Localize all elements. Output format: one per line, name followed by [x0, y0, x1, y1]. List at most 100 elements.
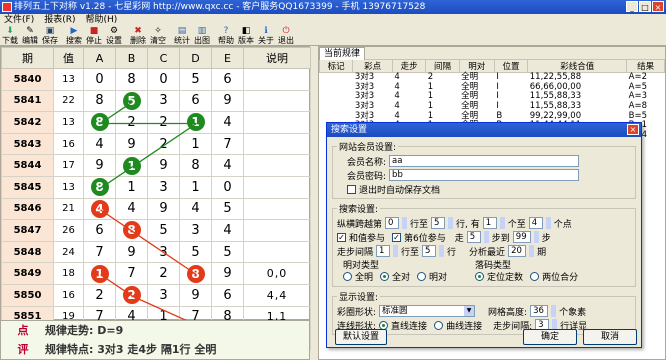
line-option-radio[interactable] [434, 320, 444, 330]
delete-button[interactable]: ✖ 删除 [128, 26, 148, 46]
span-end-input[interactable]: 5 [431, 217, 446, 229]
digit-cell[interactable]: 2 [115, 111, 148, 134]
results-col-sum[interactable]: 彩线合值 [527, 59, 628, 73]
digit-cell[interactable]: 6 [179, 89, 212, 113]
digit-cell[interactable]: 2 [147, 111, 180, 134]
results-col-interval[interactable]: 间隔 [425, 59, 460, 73]
luoma-option-radio[interactable] [475, 271, 485, 281]
table-row[interactable]: 5849 18 1 7 2 8 9 0,0 [1, 262, 311, 285]
cancel-button[interactable]: 取消 [583, 329, 637, 345]
digit-cell[interactable]: 8 [179, 154, 212, 177]
edit-button[interactable]: ✎ 编辑 [20, 26, 40, 46]
sum-participate-checkbox[interactable]: ✓ [337, 232, 346, 242]
dialog-close-button[interactable]: × [627, 124, 639, 135]
digit-cell[interactable]: 9 [115, 132, 148, 156]
chart-button[interactable]: ▥ 出图 [192, 26, 212, 46]
spin-icon[interactable] [533, 231, 539, 243]
digit-cell[interactable]: 1 [83, 262, 116, 285]
menu-file[interactable]: 文件(F) [4, 14, 34, 26]
about-button[interactable]: ℹ 关于 [256, 26, 276, 46]
digit-cell[interactable]: 9 [211, 262, 244, 285]
luoma-option-radio[interactable] [530, 271, 540, 281]
results-col-mark[interactable]: 标记 [318, 59, 354, 73]
recent-periods-input[interactable]: 20 [508, 245, 527, 257]
settings-button[interactable]: ⚙ 设置 [104, 26, 124, 46]
table-row[interactable]: 5843 16 4 9 2 1 7 [1, 132, 311, 156]
col-header-note[interactable]: 说明 [243, 47, 311, 69]
digit-cell[interactable]: 2 [115, 283, 148, 307]
table-row[interactable]: 5845 13 8 1 3 1 0 [1, 175, 311, 199]
interval-min-input[interactable]: 1 [376, 245, 391, 257]
digit-cell[interactable]: 8 [83, 111, 116, 134]
mingdui-option-radio[interactable] [380, 271, 390, 281]
digit-cell[interactable]: 6 [211, 283, 244, 307]
span-start-input[interactable]: 0 [385, 217, 400, 229]
results-col-point[interactable]: 彩点 [352, 59, 393, 73]
digit-cell[interactable]: 4 [179, 197, 212, 221]
digit-cell[interactable]: 4 [211, 154, 244, 177]
digit-cell[interactable]: 7 [115, 262, 148, 285]
digit-cell[interactable]: 8 [115, 219, 148, 242]
digit-cell[interactable]: 3 [147, 283, 180, 307]
help-button[interactable]: ? 帮助 [216, 26, 236, 46]
default-settings-button[interactable]: 默认设置 [335, 329, 387, 345]
col-header-b[interactable]: B [115, 47, 148, 69]
grid-height-input[interactable]: 36 [530, 305, 549, 317]
digit-cell[interactable]: 1 [115, 175, 148, 199]
table-row[interactable]: 5848 24 7 9 3 5 5 [1, 240, 311, 264]
digit-cell[interactable]: 3 [147, 89, 180, 113]
result-row[interactable]: 3对3 4 1 全明 I 11,55,88,33 A=8 [320, 102, 665, 112]
spin-icon[interactable] [402, 217, 408, 229]
digit-cell[interactable]: 4 [115, 197, 148, 221]
results-col-mingdui[interactable]: 明对 [458, 59, 495, 73]
digit-cell[interactable]: 5 [179, 240, 212, 264]
digit-cell[interactable]: 3 [179, 219, 212, 242]
maximize-button[interactable]: □ [639, 1, 651, 12]
stop-button[interactable]: ■ 停止 [84, 26, 104, 46]
step-min-input[interactable]: 5 [466, 231, 481, 243]
digit-cell[interactable]: 3 [147, 175, 180, 199]
digit-cell[interactable]: 4 [211, 111, 244, 134]
digit-cell[interactable]: 8 [179, 262, 212, 285]
col-header-e[interactable]: E [211, 47, 244, 69]
step-max-input[interactable]: 99 [512, 231, 531, 243]
digit-cell[interactable]: 8 [115, 68, 148, 91]
table-row[interactable]: 5850 16 2 2 3 9 6 4,4 [1, 283, 311, 307]
points-max-input[interactable]: 4 [528, 217, 543, 229]
stats-button[interactable]: ▤ 统计 [172, 26, 192, 46]
col-header-c[interactable]: C [147, 47, 180, 69]
col-header-a[interactable]: A [83, 47, 116, 69]
interval-max-input[interactable]: 5 [422, 245, 437, 257]
digit-cell[interactable]: 1 [179, 111, 212, 134]
ok-button[interactable]: 确定 [523, 329, 577, 345]
col-header-d[interactable]: D [179, 47, 212, 69]
digit-cell[interactable]: 4 [83, 132, 116, 156]
digit-cell[interactable]: 7 [83, 240, 116, 264]
digit-cell[interactable]: 3 [147, 240, 180, 264]
digit-cell[interactable]: 5 [179, 68, 212, 91]
table-row[interactable]: 5840 13 0 8 0 5 6 [1, 68, 311, 91]
close-button[interactable]: × [652, 1, 664, 12]
digit-cell[interactable]: 4 [83, 197, 116, 221]
points-min-input[interactable]: 1 [482, 217, 497, 229]
digit-cell[interactable]: 8 [83, 175, 116, 199]
col-header-qi[interactable]: 期 [1, 47, 54, 69]
spin-icon[interactable] [529, 245, 535, 257]
digit-cell[interactable]: 9 [83, 154, 116, 177]
digit-cell[interactable]: 5 [211, 240, 244, 264]
spin-icon[interactable] [483, 231, 489, 243]
shape-select[interactable]: 标准圆 ▼ [379, 305, 476, 317]
digit-cell[interactable]: 1 [115, 154, 148, 177]
results-col-position[interactable]: 位置 [493, 59, 529, 73]
digit-cell[interactable]: 4 [211, 219, 244, 242]
spin-icon[interactable] [448, 217, 454, 229]
mingdui-option-radio[interactable] [417, 271, 427, 281]
spin-icon[interactable] [393, 245, 399, 257]
col-header-value[interactable]: 值 [53, 47, 84, 69]
digit-cell[interactable]: 6 [83, 219, 116, 242]
version-button[interactable]: ◧ 版本 [236, 26, 256, 46]
digit-cell[interactable]: 2 [147, 262, 180, 285]
sixth-participate-checkbox[interactable]: ✓ [392, 232, 402, 242]
digit-cell[interactable]: 9 [211, 89, 244, 113]
digit-cell[interactable]: 5 [147, 219, 180, 242]
